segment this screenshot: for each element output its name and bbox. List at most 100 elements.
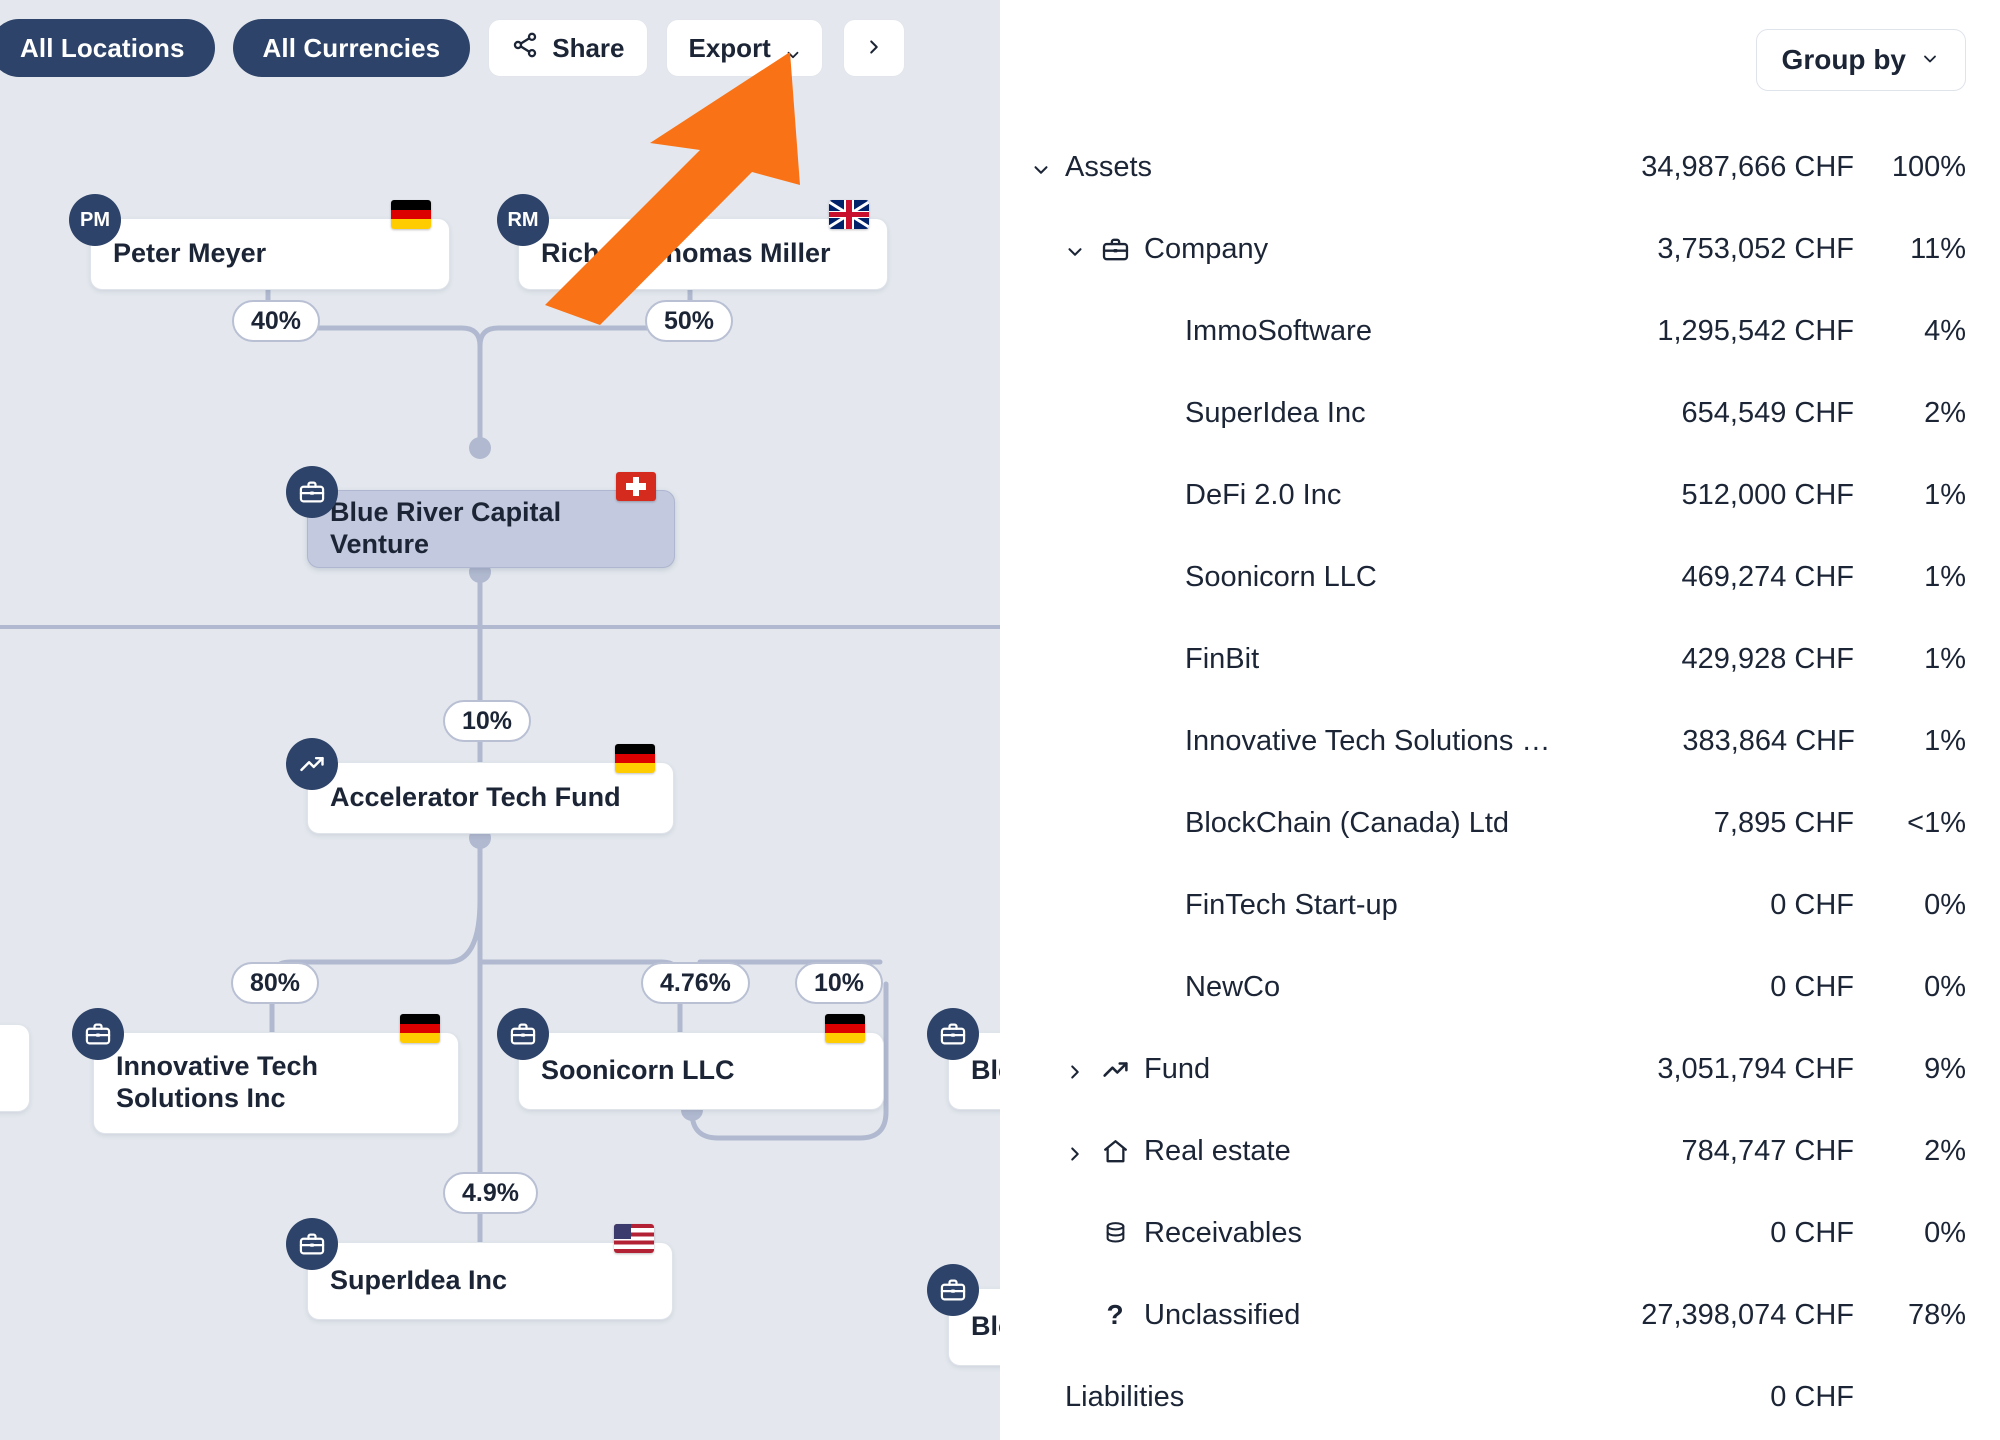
diagram-node[interactable]: Blo <box>927 1264 1000 1366</box>
share-nodes-icon <box>511 31 539 66</box>
row-amount: 0 CHF <box>1770 970 1854 1003</box>
ownership-percentage-label[interactable]: 4.76% <box>641 962 750 1004</box>
row-percentage: 1% <box>1924 642 1966 675</box>
diagram-node-label: SuperIdea Inc <box>330 1265 508 1296</box>
chevron-right-icon[interactable] <box>1064 1140 1086 1162</box>
briefcase-icon <box>286 1218 338 1270</box>
diagram-toolbar: All Locations All Currencies Share Expor… <box>0 12 1000 84</box>
table-row[interactable]: Company 3,753,052 CHF 11% <box>1030 208 1966 290</box>
diagram-node[interactable]: RM Richard Thomas Miller <box>497 194 888 290</box>
chevron-down-icon[interactable] <box>1064 238 1086 260</box>
row-percentage: 0% <box>1924 888 1966 921</box>
share-button[interactable]: Share <box>488 19 648 77</box>
row-percentage: 4% <box>1924 314 1966 347</box>
table-row[interactable]: FinBit 429,928 CHF 1% <box>1030 618 1966 700</box>
all-currencies-filter[interactable]: All Currencies <box>232 19 471 77</box>
row-name: ImmoSoftware <box>1185 314 1372 347</box>
row-name: Receivables <box>1144 1216 1302 1249</box>
ownership-percentage-label[interactable]: 4.9% <box>443 1172 538 1214</box>
panel-header: Group by <box>1030 0 1966 120</box>
ownership-percentage-label[interactable]: 80% <box>231 962 320 1004</box>
flag-icon <box>615 744 655 773</box>
row-amount: 27,398,074 CHF <box>1641 1298 1854 1331</box>
table-row[interactable]: ImmoSoftware 1,295,542 CHF 4% <box>1030 290 1966 372</box>
table-row[interactable]: SuperIdea Inc 654,549 CHF 2% <box>1030 372 1966 454</box>
row-name: DeFi 2.0 Inc <box>1185 478 1342 511</box>
row-amount: 0 CHF <box>1770 1216 1854 1249</box>
row-name: Real estate <box>1144 1134 1291 1167</box>
assets-breakdown-panel: Group by Assets 34,987,666 CHF 100% Company… <box>1000 0 2000 1440</box>
row-percentage: 0% <box>1924 1216 1966 1249</box>
all-locations-filter[interactable]: All Locations <box>0 19 215 77</box>
row-name: BlockChain (Canada) Ltd <box>1185 806 1510 839</box>
coins-icon <box>1099 1217 1131 1249</box>
diagram-node[interactable]: Innovative Tech Solutions Inc <box>72 1008 459 1134</box>
diagram-node-label: Richard Thomas Miller <box>541 238 831 269</box>
table-row[interactable]: Soonicorn LLC 469,274 CHF 1% <box>1030 536 1966 618</box>
diagram-node-label: Innovative Tech Solutions Inc <box>116 1051 319 1113</box>
flag-icon <box>400 1014 440 1043</box>
export-button[interactable]: Export <box>665 19 823 77</box>
chevron-right-icon[interactable] <box>1064 1058 1086 1080</box>
assets-tree: Assets 34,987,666 CHF 100% Company 3,753,052… <box>1030 120 1966 1438</box>
row-amount: 0 CHF <box>1770 888 1854 921</box>
ownership-diagram-canvas[interactable]: All Locations All Currencies Share Expor… <box>0 0 1000 1440</box>
briefcase-icon <box>1099 233 1131 265</box>
diagram-node[interactable]: Accelerator Tech Fund <box>286 738 674 834</box>
flag-icon <box>829 200 869 229</box>
clipped-node-left[interactable] <box>0 1024 30 1112</box>
avatar: PM <box>69 194 121 246</box>
row-amount: 34,987,666 CHF <box>1641 150 1854 183</box>
table-row[interactable]: ? Unclassified 27,398,074 CHF 78% <box>1030 1274 1966 1356</box>
row-percentage: 1% <box>1924 478 1966 511</box>
diagram-node-label: Blo <box>971 1055 1000 1086</box>
table-row[interactable]: BlockChain (Canada) Ltd 7,895 CHF <1% <box>1030 782 1966 864</box>
row-name: FinBit <box>1185 642 1260 675</box>
table-row[interactable]: Real estate 784,747 CHF 2% <box>1030 1110 1966 1192</box>
table-row[interactable]: Liabilities 0 CHF <box>1030 1356 1966 1438</box>
briefcase-icon <box>927 1264 979 1316</box>
diagram-node[interactable]: SuperIdea Inc <box>286 1218 673 1320</box>
briefcase-icon <box>72 1008 124 1060</box>
briefcase-icon <box>286 466 338 518</box>
row-percentage: 78% <box>1907 1298 1966 1331</box>
table-row[interactable]: DeFi 2.0 Inc 512,000 CHF 1% <box>1030 454 1966 536</box>
row-name: Liabilities <box>1065 1380 1185 1413</box>
diagram-node[interactable]: Blue River Capital Venture <box>286 466 675 568</box>
ownership-percentage-label[interactable]: 50% <box>645 300 734 342</box>
group-by-label: Group by <box>1781 44 1906 75</box>
diagram-node-label: Blue River Capital Venture <box>330 497 562 559</box>
table-row[interactable]: NewCo 0 CHF 0% <box>1030 946 1966 1028</box>
ownership-percentage-label[interactable]: 10% <box>795 962 884 1004</box>
table-row[interactable]: Fund 3,051,794 CHF 9% <box>1030 1028 1966 1110</box>
app-root: All Locations All Currencies Share Expor… <box>0 0 2000 1440</box>
row-percentage: 1% <box>1924 724 1966 757</box>
chevron-down-icon <box>784 40 800 59</box>
flag-icon <box>614 1224 654 1253</box>
chevron-down-icon[interactable] <box>1030 156 1052 178</box>
diagram-node[interactable]: Soonicorn LLC <box>497 1008 884 1110</box>
group-by-button[interactable]: Group by <box>1755 29 1966 91</box>
table-row[interactable]: Assets 34,987,666 CHF 100% <box>1030 126 1966 208</box>
row-percentage: 9% <box>1924 1052 1966 1085</box>
row-name: Fund <box>1144 1052 1211 1085</box>
next-page-button[interactable] <box>842 19 905 77</box>
diagram-node-label: Accelerator Tech Fund <box>330 782 621 813</box>
row-percentage: 2% <box>1924 1134 1966 1167</box>
row-name: Unclassified <box>1144 1298 1301 1331</box>
row-name: FinTech Start-up <box>1185 888 1398 921</box>
question-icon: ? <box>1106 1299 1124 1330</box>
diagram-node-label: Blo <box>971 1311 1000 1342</box>
home-icon <box>1099 1135 1131 1167</box>
row-amount: 784,747 CHF <box>1681 1134 1855 1167</box>
table-row[interactable]: FinTech Start-up 0 CHF 0% <box>1030 864 1966 946</box>
diagram-node-label: Peter Meyer <box>113 238 267 269</box>
ownership-percentage-label[interactable]: 40% <box>232 300 321 342</box>
diagram-node[interactable]: PM Peter Meyer <box>69 194 450 290</box>
row-percentage: 1% <box>1924 560 1966 593</box>
ownership-percentage-label[interactable]: 10% <box>443 700 532 742</box>
chevron-down-icon <box>1920 44 1940 76</box>
table-row[interactable]: Innovative Tech Solutions Inc 383,864 CHF… <box>1030 700 1966 782</box>
table-row[interactable]: Receivables 0 CHF 0% <box>1030 1192 1966 1274</box>
diagram-node[interactable]: Blo <box>927 1008 1000 1110</box>
